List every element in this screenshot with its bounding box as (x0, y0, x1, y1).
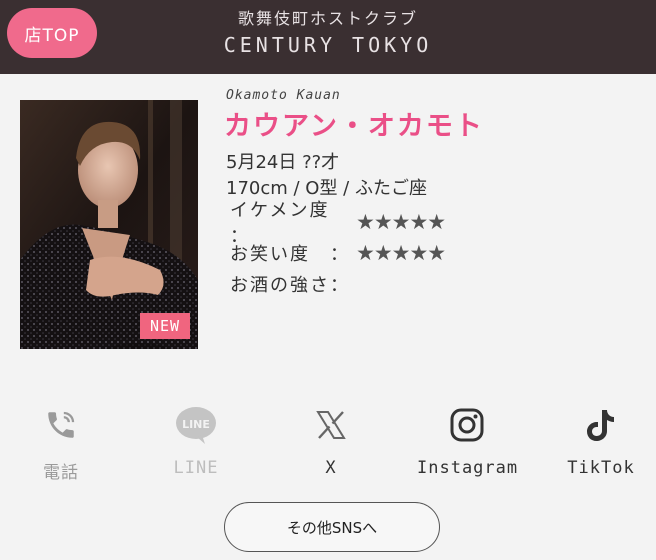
sns-label: Instagram (417, 458, 519, 478)
profile-photo-image (20, 100, 198, 349)
brand-title[interactable]: CENTURY TOKYO (0, 31, 656, 59)
brand-subtitle: 歌舞伎町ホストクラブ (237, 9, 418, 28)
sns-x[interactable]: X (281, 404, 381, 478)
tiktok-icon (551, 404, 651, 446)
sns-phone[interactable]: 電話 (11, 404, 111, 483)
site-header: 店TOP 歌舞伎町ホストクラブ CENTURY TOKYO (0, 0, 656, 74)
svg-text:LINE: LINE (182, 418, 210, 431)
phone-icon (11, 404, 111, 446)
romanized-name: Okamoto Kauan (226, 88, 341, 103)
ratings: イケメン度 ： ★★★★★ お笑い度 ： ★★★★★ お酒の強さ： (230, 200, 446, 299)
sns-label: 電話 (43, 463, 79, 483)
sns-label: X (325, 458, 337, 478)
rating-row-looks: イケメン度 ： ★★★★★ (230, 200, 446, 247)
rating-label: お酒の強さ： (230, 274, 350, 296)
birthday-age: 5月24日 ??才 (226, 152, 340, 173)
instagram-icon (417, 404, 517, 446)
rating-stars: ★★★★★ (356, 240, 446, 265)
line-icon: LINE (146, 404, 246, 446)
brand: 歌舞伎町ホストクラブ CENTURY TOKYO (0, 8, 656, 59)
sns-line[interactable]: LINE LINE (146, 404, 246, 478)
profile-photo: NEW (20, 100, 198, 349)
sns-links: 電話 LINE LINE X Instagram TikTok (0, 404, 656, 484)
new-badge: NEW (140, 313, 190, 339)
sns-label: TikTok (567, 458, 635, 478)
rating-row-humor: お笑い度 ： ★★★★★ (230, 237, 446, 268)
x-icon (281, 404, 381, 446)
host-name: カウアン・オカモト (224, 111, 484, 142)
rating-label: お笑い度 ： (230, 243, 350, 265)
sns-tiktok[interactable]: TikTok (551, 404, 651, 478)
rating-row-drinking: お酒の強さ： (230, 268, 445, 299)
sns-label: LINE (173, 458, 219, 478)
sns-instagram[interactable]: Instagram (417, 404, 517, 478)
rating-stars: ★★★★★ (356, 209, 446, 234)
other-sns-button[interactable]: その他SNSへ (224, 502, 440, 552)
